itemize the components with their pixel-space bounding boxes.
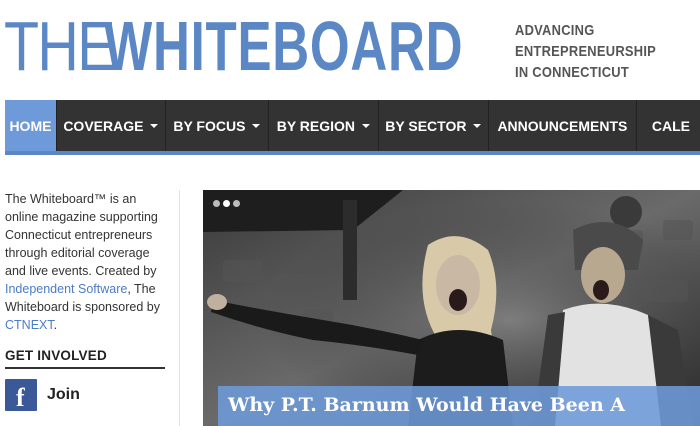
slider-dot[interactable] [213,200,220,207]
nav-item-label: BY REGION [276,117,356,134]
sidebar: The Whiteboard™ is an online magazine su… [5,190,165,412]
get-involved-heading: GET INVOLVED [5,348,165,369]
facebook-join-link[interactable]: f Join [5,379,165,412]
about-intro: The Whiteboard™ is an online magazine su… [5,192,158,278]
nav-item-label: CALE [651,117,690,134]
sidebar-divider [179,190,180,426]
about-end: . [53,318,58,332]
nav-item-calendar[interactable]: CALE [637,100,700,151]
ctnext-link[interactable]: CTNEXT [5,318,54,332]
nav-item-label: BY SECTOR [385,117,467,134]
logo-the: THE [4,7,116,85]
independent-software-link[interactable]: Independent Software [5,282,127,296]
chevron-down-icon [473,123,482,128]
nav-item-by-sector[interactable]: BY SECTOR [379,100,489,151]
hero-slider[interactable]: Why P.T. Barnum Would Have Been A [203,190,700,426]
slider-dot[interactable] [223,200,230,207]
chevron-down-icon [150,123,159,128]
chevron-down-icon [362,123,371,128]
slider-dots [213,200,240,207]
nav-item-announcements[interactable]: ANNOUNCEMENTS [489,100,637,151]
nav-item-label: BY FOCUS [173,117,246,134]
slider-dot[interactable] [233,200,240,207]
hero-caption[interactable]: Why P.T. Barnum Would Have Been A [218,386,700,426]
nav-item-label: COVERAGE [63,117,144,134]
logo-whiteboard: WHITEBOARD [104,7,464,85]
site-logo[interactable]: THE WHITEBOARD [4,7,463,85]
nav-item-home[interactable]: HOME [5,100,57,151]
tagline-line-3: IN CONNECTICUT [515,64,629,81]
tagline-line-1: ADVANCING [515,22,595,39]
join-label: Join [47,386,80,403]
main-nav: HOME COVERAGE BY FOCUS BY REGION BY SECT… [5,100,700,151]
nav-accent-bar [5,151,700,155]
nav-item-label: HOME [9,117,52,134]
site-tagline: ADVANCING ENTREPRENEURSHIP IN CONNECTICU… [515,20,670,83]
nav-item-label: ANNOUNCEMENTS [497,117,628,134]
tagline-line-2: ENTREPRENEURSHIP [515,43,657,60]
nav-item-by-focus[interactable]: BY FOCUS [166,100,269,151]
nav-item-coverage[interactable]: COVERAGE [57,100,166,151]
hero-caption-title[interactable]: Why P.T. Barnum Would Have Been A [228,391,690,419]
facebook-icon: f [5,379,37,412]
nav-item-by-region[interactable]: BY REGION [269,100,379,151]
chevron-down-icon [252,123,261,128]
about-text: The Whiteboard™ is an online magazine su… [5,190,165,334]
